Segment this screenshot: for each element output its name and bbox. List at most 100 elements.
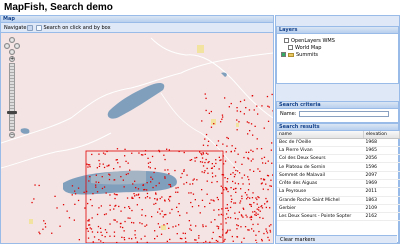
summit-marker (248, 122, 250, 124)
table-row[interactable]: Grande Roche Saint Michel 1863 (277, 196, 400, 205)
summit-marker (161, 210, 163, 212)
clear-markers-button[interactable]: Clear markers (276, 235, 397, 243)
summit-marker (226, 204, 228, 206)
summit-marker (90, 228, 93, 230)
summit-marker (211, 237, 213, 240)
pan-up-button[interactable] (9, 37, 15, 43)
summit-marker (34, 184, 36, 186)
summit-marker (104, 153, 106, 155)
summit-marker (242, 216, 244, 218)
summit-marker (262, 162, 264, 164)
summit-marker (91, 153, 93, 156)
summit-marker (116, 241, 118, 243)
summit-marker (199, 151, 201, 153)
cell-elevation: 1969 (363, 179, 400, 189)
summit-marker (135, 187, 137, 189)
summit-marker (271, 93, 273, 96)
table-row[interactable]: Crête des Aiguas 1969 (277, 179, 400, 189)
summit-marker (125, 173, 127, 176)
zoom-out-button[interactable]: − (9, 132, 15, 138)
summit-marker (151, 216, 153, 218)
summit-marker (205, 97, 207, 99)
zoom-bar[interactable] (9, 63, 15, 131)
summit-marker (226, 181, 228, 183)
summit-marker (196, 242, 199, 243)
summit-marker (210, 126, 213, 128)
summit-marker (222, 214, 224, 216)
summit-marker (222, 116, 224, 118)
summit-marker (124, 155, 126, 157)
summit-marker (242, 183, 244, 185)
map-canvas[interactable]: + − (1, 33, 273, 243)
summit-marker (71, 194, 73, 196)
search-by-box-button[interactable]: Search on click and by box (36, 24, 111, 31)
pan-right-button[interactable] (14, 43, 20, 49)
summit-marker (86, 228, 88, 230)
summit-marker (269, 229, 271, 232)
summit-marker (146, 224, 148, 226)
summit-marker (244, 192, 246, 194)
summit-marker (252, 223, 254, 226)
layer-checkbox[interactable] (281, 52, 286, 57)
summit-marker (216, 225, 218, 227)
table-row[interactable]: Bec de l'Oeille 1968 (277, 138, 400, 147)
summit-marker (74, 193, 77, 195)
layer-item-summits[interactable]: Summits (277, 51, 398, 58)
summit-marker (259, 170, 261, 172)
summit-marker (96, 213, 99, 216)
summit-marker (122, 179, 124, 181)
name-field[interactable] (299, 111, 390, 117)
summit-marker (225, 151, 227, 153)
table-row[interactable]: Sommet de Malavail 2097 (277, 171, 400, 181)
summit-marker (234, 173, 236, 176)
summit-marker (99, 163, 101, 165)
table-row[interactable]: La Peyrouse 2011 (277, 187, 400, 197)
summit-marker (210, 221, 212, 223)
summit-marker (234, 150, 236, 152)
summit-marker (256, 138, 258, 140)
summit-marker (272, 174, 273, 176)
summit-marker (222, 155, 224, 157)
summit-marker (54, 195, 56, 197)
table-row[interactable]: Col des Deux Soeurs 2056 (277, 154, 400, 164)
summit-marker (178, 203, 180, 205)
summit-marker (207, 161, 209, 164)
summit-marker (247, 133, 249, 135)
summit-marker (250, 218, 252, 221)
cell-name: Bec de l'Oeille (277, 138, 364, 147)
summit-marker (109, 204, 111, 206)
layer-item-openlayers[interactable]: OpenLayers WMS (277, 37, 398, 44)
layer-checkbox[interactable] (288, 45, 293, 50)
table-row[interactable]: La Pierre Vivan 1965 (277, 146, 400, 156)
pan-down-button[interactable] (9, 49, 15, 55)
summit-marker (269, 185, 271, 187)
summit-marker (256, 198, 258, 201)
table-row[interactable]: Les Deux Soeurs - Pointe Sopter 2162 (277, 212, 400, 222)
summit-marker (161, 196, 163, 198)
summit-marker (138, 152, 140, 154)
criteria-header: Search criteria (277, 102, 398, 109)
summit-marker (217, 240, 219, 242)
summit-marker (267, 188, 269, 191)
navigate-button[interactable]: Navigate (4, 24, 34, 31)
pan-left-button[interactable] (4, 43, 10, 49)
summit-marker (138, 193, 140, 195)
column-header-elevation[interactable]: elevation (363, 131, 400, 139)
zoom-in-button[interactable]: + (9, 56, 15, 62)
table-row[interactable]: Gerbier 2109 (277, 204, 400, 214)
table-row[interactable]: Le Plateau de Sornin 1596 (277, 162, 400, 172)
summit-marker (210, 199, 212, 201)
summit-marker (267, 120, 270, 122)
summit-marker (177, 191, 179, 193)
summit-marker (231, 145, 233, 147)
layer-checkbox[interactable] (284, 38, 289, 43)
summit-marker (217, 140, 220, 142)
summit-marker (109, 209, 111, 211)
layer-item-world-map[interactable]: World Map (277, 44, 398, 51)
summit-marker (202, 224, 204, 226)
summit-marker (191, 206, 194, 208)
summit-marker (226, 145, 228, 147)
zoom-slider-handle[interactable] (7, 111, 17, 114)
summit-marker (268, 225, 271, 227)
column-header-name[interactable]: name (277, 131, 364, 139)
